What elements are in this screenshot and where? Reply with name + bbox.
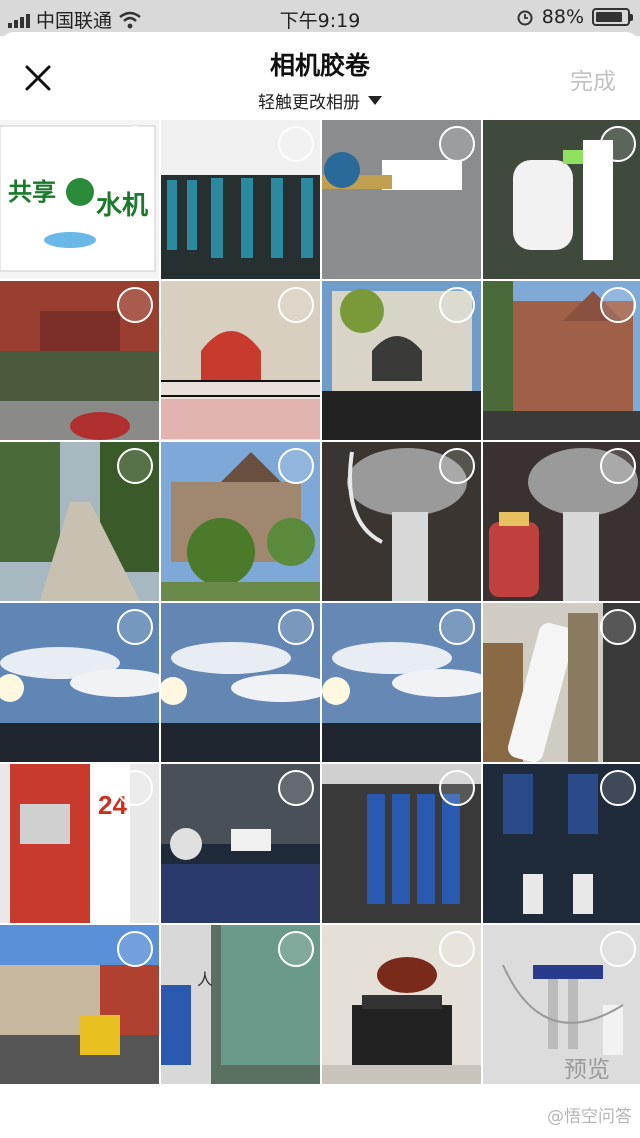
photo-thumbnail[interactable] <box>483 925 640 1084</box>
caret-down-icon <box>368 96 382 105</box>
select-circle-icon[interactable] <box>278 287 314 323</box>
select-circle-icon[interactable] <box>278 770 314 806</box>
photo-thumbnail[interactable] <box>483 603 640 762</box>
select-circle-icon[interactable] <box>278 609 314 645</box>
select-circle-icon[interactable] <box>117 448 153 484</box>
watermark: @悟空问答 <box>547 1107 632 1127</box>
photo-thumbnail[interactable] <box>483 442 640 601</box>
svg-text:共享: 共享 <box>8 178 56 206</box>
select-circle-icon[interactable] <box>278 448 314 484</box>
photo-thumbnail[interactable] <box>483 281 640 440</box>
photo-thumbnail[interactable] <box>322 281 481 440</box>
battery-fill <box>596 12 623 22</box>
select-circle-icon[interactable] <box>117 770 153 806</box>
select-circle-icon[interactable] <box>439 448 475 484</box>
select-circle-icon[interactable] <box>600 287 636 323</box>
select-circle-icon[interactable] <box>439 126 475 162</box>
select-circle-icon[interactable] <box>278 126 314 162</box>
title-block: 相机胶卷 轻触更改相册 <box>0 46 640 113</box>
photo-thumbnail[interactable] <box>483 120 640 279</box>
album-sheet: 相机胶卷 轻触更改相册 完成 共享 水机 24 人 <box>0 32 640 1138</box>
select-circle-icon[interactable] <box>600 931 636 967</box>
photo-thumbnail[interactable] <box>0 925 159 1084</box>
photo-thumbnail[interactable]: 24 <box>0 764 159 923</box>
photo-thumbnail[interactable] <box>161 442 320 601</box>
battery-percent: 88% <box>541 6 584 28</box>
photo-thumbnail[interactable] <box>322 764 481 923</box>
page-title: 相机胶卷 <box>269 51 370 80</box>
photo-thumbnail[interactable] <box>0 281 159 440</box>
select-circle-icon[interactable] <box>117 609 153 645</box>
select-circle-icon[interactable] <box>117 287 153 323</box>
preview-button[interactable]: 预览 <box>564 1050 610 1084</box>
photo-thumbnail[interactable]: 人 <box>161 925 320 1084</box>
photo-thumbnail[interactable] <box>0 603 159 762</box>
select-circle-icon[interactable] <box>439 287 475 323</box>
photo-thumbnail[interactable] <box>161 281 320 440</box>
album-switcher[interactable]: 轻触更改相册 <box>258 88 382 113</box>
done-button[interactable]: 完成 <box>570 62 616 96</box>
album-switcher-label: 轻触更改相册 <box>258 93 360 113</box>
alarm-icon <box>517 10 533 26</box>
select-circle-icon[interactable] <box>600 126 636 162</box>
photo-thumbnail[interactable] <box>161 120 320 279</box>
photo-thumbnail[interactable] <box>0 442 159 601</box>
status-right: 88% <box>516 6 633 28</box>
photo-thumbnail[interactable]: 共享 水机 <box>0 120 159 279</box>
photo-thumbnail[interactable] <box>322 925 481 1084</box>
select-circle-icon[interactable] <box>439 609 475 645</box>
photo-thumbnail[interactable] <box>322 442 481 601</box>
photo-thumbnail[interactable] <box>483 764 640 923</box>
photo-thumbnail[interactable] <box>161 764 320 923</box>
photo-thumbnail[interactable] <box>322 120 481 279</box>
select-circle-icon[interactable] <box>600 770 636 806</box>
svg-text:人: 人 <box>197 971 213 989</box>
select-circle-icon[interactable] <box>439 931 475 967</box>
select-circle-icon[interactable] <box>600 609 636 645</box>
photo-grid: 共享 水机 24 人 <box>0 120 640 1084</box>
select-circle-icon[interactable] <box>117 126 153 162</box>
select-circle-icon[interactable] <box>117 931 153 967</box>
photo-thumbnail[interactable] <box>161 603 320 762</box>
select-circle-icon[interactable] <box>439 770 475 806</box>
header: 相机胶卷 轻触更改相册 完成 <box>0 32 640 120</box>
svg-text:水机: 水机 <box>96 190 148 220</box>
status-bar: 中国联通 下午9:19 88% <box>0 0 640 36</box>
select-circle-icon[interactable] <box>600 448 636 484</box>
battery-icon <box>592 8 633 26</box>
select-circle-icon[interactable] <box>278 931 314 967</box>
photo-thumbnail[interactable] <box>322 603 481 762</box>
